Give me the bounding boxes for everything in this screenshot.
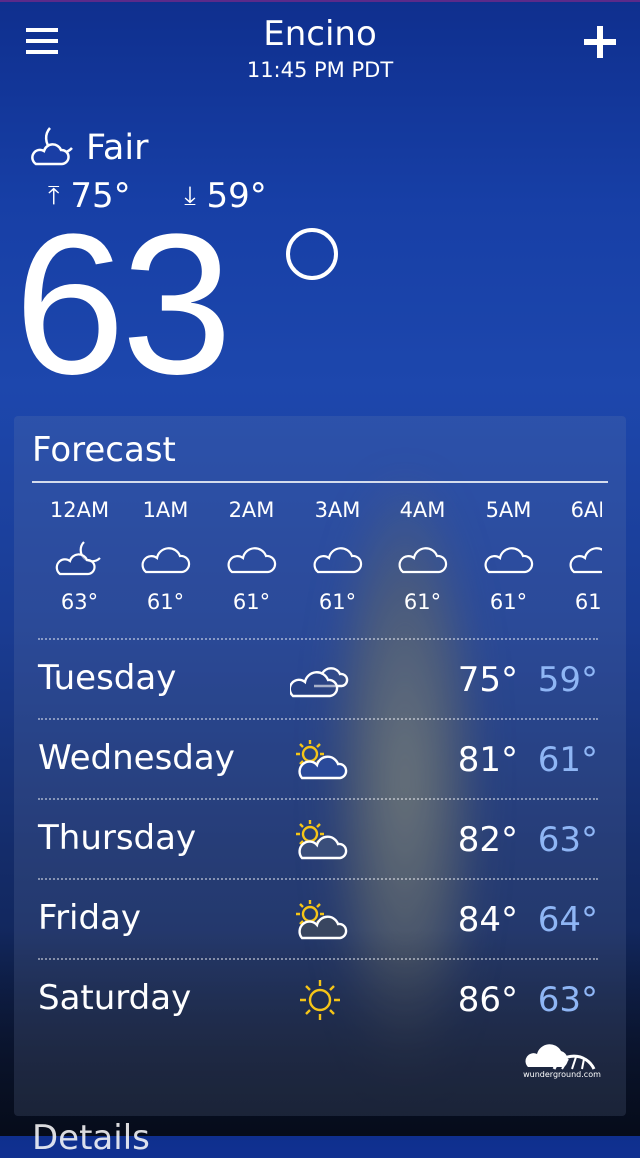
day-high: 86°	[457, 980, 518, 1020]
hour-label: 3AM	[314, 498, 361, 522]
sun-icon	[300, 980, 340, 1020]
day-low: 61°	[537, 740, 598, 780]
moon-cloud-icon	[31, 127, 73, 166]
hour-label: 1AM	[142, 498, 189, 522]
degree-symbol	[286, 228, 338, 280]
hour-label: 2AM	[228, 498, 275, 522]
hour-label: 4AM	[399, 498, 446, 522]
day-high: 84°	[457, 900, 518, 940]
day-low: 64°	[537, 900, 598, 940]
day-low: 63°	[537, 980, 598, 1020]
condition-label: Fair	[86, 128, 149, 168]
daily-row[interactable]: Friday 84° 64°	[38, 878, 598, 958]
hourly-item: 5AM 61°	[461, 498, 556, 614]
cloudy-icon	[290, 667, 349, 698]
day-low: 59°	[537, 660, 598, 700]
row-divider	[38, 798, 598, 800]
daily-row[interactable]: Thursday 82° 63°	[38, 798, 598, 878]
hour-temp: 61°	[318, 590, 357, 614]
hourly-item: 3AM 61°	[290, 498, 385, 614]
day-name: Saturday	[38, 978, 192, 1018]
cloud-icon	[141, 547, 190, 574]
hourly-forecast[interactable]: 12AM 63° 1AM 61° 2AM 61° 3AM 61° 4AM 61°	[32, 498, 602, 628]
hourly-item: 4AM 61°	[375, 498, 470, 614]
hour-temp: 61°	[489, 590, 528, 614]
divider	[32, 481, 608, 483]
partly-cloudy-icon	[296, 820, 348, 860]
plus-icon[interactable]	[582, 24, 618, 60]
row-divider	[38, 718, 598, 720]
day-name: Thursday	[38, 818, 197, 858]
hourly-item: 1AM 61°	[118, 498, 213, 614]
day-high: 75°	[457, 660, 518, 700]
partly-cloudy-icon	[296, 900, 348, 940]
day-high: 82°	[457, 820, 518, 860]
day-high: 81°	[457, 740, 518, 780]
city-name: Encino	[263, 14, 377, 54]
day-low: 63°	[537, 820, 598, 860]
day-name: Wednesday	[38, 738, 235, 778]
forecast-title: Forecast	[32, 430, 176, 470]
hourly-item: 2AM 61°	[204, 498, 299, 614]
day-name: Tuesday	[38, 658, 177, 698]
hour-temp: 61°	[574, 590, 602, 614]
hour-temp: 61°	[403, 590, 442, 614]
row-divider	[38, 878, 598, 880]
attribution-text: wunderground.com	[523, 1070, 601, 1079]
hourly-item: 6AM 61°	[546, 498, 602, 614]
hour-temp: 61°	[232, 590, 271, 614]
moon-cloud-icon	[55, 541, 101, 576]
partly-cloudy-icon	[296, 740, 348, 780]
cloud-icon	[398, 547, 447, 574]
local-time: 11:45 PM PDT	[246, 58, 394, 82]
cloud-icon	[313, 547, 362, 574]
hour-temp: 63°	[60, 590, 99, 614]
hourly-item: 12AM 63°	[32, 498, 127, 614]
current-temperature: 63	[14, 193, 232, 416]
cloud-icon	[227, 547, 276, 574]
details-heading: Details	[32, 1118, 150, 1158]
cloud-icon	[569, 547, 602, 574]
hour-label: 6AM	[570, 498, 602, 522]
day-name: Friday	[38, 898, 142, 938]
daily-row[interactable]: Saturday 86° 63°	[38, 958, 598, 1038]
hour-temp: 61°	[146, 590, 185, 614]
cloud-icon	[484, 547, 533, 574]
row-divider	[38, 638, 598, 640]
hour-label: 12AM	[49, 498, 110, 522]
status-line	[0, 0, 640, 2]
daily-row[interactable]: Tuesday 75° 59°	[38, 638, 598, 718]
daily-row[interactable]: Wednesday 81° 61°	[38, 718, 598, 798]
hour-label: 5AM	[485, 498, 532, 522]
row-divider	[38, 958, 598, 960]
